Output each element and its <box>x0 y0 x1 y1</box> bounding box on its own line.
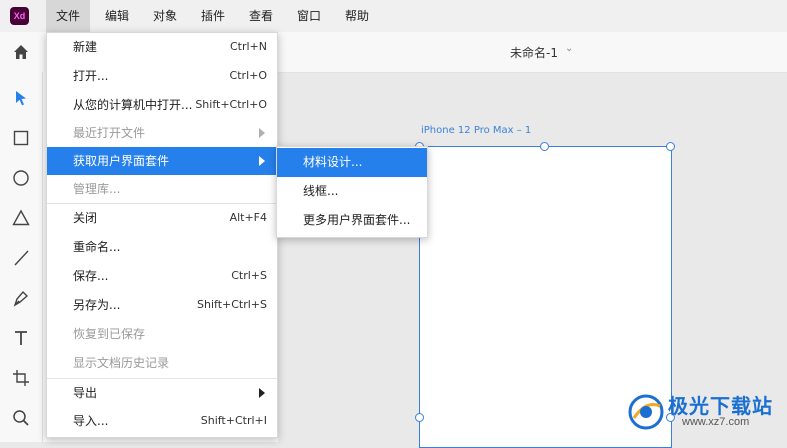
menu-item-rename[interactable]: 重命名... <box>47 233 277 261</box>
menu-item-label: 重命名... <box>73 240 121 254</box>
menu-item-open[interactable]: 打开... Ctrl+O <box>47 62 277 90</box>
menu-item-show-version-history[interactable]: 显示文档历史记录 <box>47 349 277 377</box>
menu-item-label: 获取用户界面套件 <box>73 154 170 168</box>
menu-item-label: 从您的计算机中打开... <box>73 98 193 112</box>
shortcut-label: Shift+Ctrl+O <box>195 98 267 111</box>
menu-item-label: 关闭 <box>73 211 98 225</box>
resize-handle[interactable] <box>540 142 549 151</box>
resize-handle[interactable] <box>415 413 424 422</box>
chevron-down-icon[interactable]: ⌄ <box>565 43 573 54</box>
chevron-right-icon <box>259 156 265 166</box>
menu-item-import[interactable]: 导入... Shift+Ctrl+I <box>47 407 277 435</box>
watermark-title: 极光下载站 <box>668 396 773 418</box>
menu-item-label: 导入... <box>73 414 109 428</box>
artboard-label[interactable]: iPhone 12 Pro Max – 1 <box>421 125 531 136</box>
menu-help[interactable]: 帮助 <box>335 0 379 32</box>
menu-item-label: 恢复到已保存 <box>73 327 146 341</box>
menu-window[interactable]: 窗口 <box>287 0 331 32</box>
submenu-item-more-ui-kits[interactable]: 更多用户界面套件... <box>277 206 427 235</box>
menu-item-label: 导出 <box>73 386 98 400</box>
xd-app-icon[interactable]: Xd <box>10 7 29 25</box>
zoom-tool-icon[interactable] <box>11 408 31 428</box>
menu-item-manage-libraries[interactable]: 管理库... <box>47 175 277 203</box>
menu-item-label: 另存为... <box>73 298 121 312</box>
menu-bar: Xd 文件 编辑 对象 插件 查看 窗口 帮助 <box>0 0 787 32</box>
menu-item-label: 管理库... <box>73 182 121 196</box>
file-menu-dropdown: 新建 Ctrl+N 打开... Ctrl+O 从您的计算机中打开... Shif… <box>46 32 278 438</box>
menu-item-save-as[interactable]: 另存为... Shift+Ctrl+S <box>47 291 277 319</box>
submenu-item-wireframes[interactable]: 线框... <box>277 177 427 206</box>
menu-item-label: 打开... <box>73 69 109 83</box>
shortcut-label: Shift+Ctrl+I <box>200 414 267 427</box>
select-tool-icon[interactable] <box>11 88 31 108</box>
pen-tool-icon[interactable] <box>11 288 31 308</box>
shortcut-label: Ctrl+O <box>229 69 267 82</box>
shortcut-label: Ctrl+N <box>229 40 267 53</box>
menu-item-label: 线框... <box>303 184 339 198</box>
menu-item-save[interactable]: 保存... Ctrl+S <box>47 262 277 290</box>
artboard-tool-icon[interactable] <box>11 368 31 388</box>
watermark-logo-icon <box>628 394 664 430</box>
menu-item-label: 新建 <box>73 40 98 54</box>
menu-item-export[interactable]: 导出 <box>47 379 277 407</box>
menu-item-close[interactable]: 关闭 Alt+F4 <box>47 204 277 232</box>
menu-item-label: 最近打开文件 <box>73 126 146 140</box>
shortcut-label: Shift+Ctrl+S <box>197 298 267 311</box>
menu-view[interactable]: 查看 <box>239 0 283 32</box>
watermark-url: www.xz7.com <box>682 416 750 428</box>
submenu-item-material-design[interactable]: 材料设计... <box>277 148 427 177</box>
menu-item-revert-to-saved[interactable]: 恢复到已保存 <box>47 320 277 348</box>
chevron-right-icon <box>259 388 265 398</box>
ui-kits-submenu: 材料设计... 线框... 更多用户界面套件... <box>276 146 428 238</box>
menu-item-recent-files[interactable]: 最近打开文件 <box>47 119 277 147</box>
polygon-tool-icon[interactable] <box>11 208 31 228</box>
menu-file[interactable]: 文件 <box>46 0 91 32</box>
menu-item-label: 材料设计... <box>303 155 363 169</box>
menu-item-label: 保存... <box>73 269 109 283</box>
menu-item-new[interactable]: 新建 Ctrl+N <box>47 33 277 61</box>
home-icon[interactable] <box>11 42 31 62</box>
chevron-right-icon <box>259 128 265 138</box>
watermark: 极光下载站 www.xz7.com <box>626 388 784 438</box>
resize-handle[interactable] <box>666 142 675 151</box>
menu-item-label: 更多用户界面套件... <box>303 213 411 227</box>
menu-plugins[interactable]: 插件 <box>191 0 235 32</box>
menu-item-get-ui-kits[interactable]: 获取用户界面套件 <box>47 147 277 175</box>
menu-item-open-from-computer[interactable]: 从您的计算机中打开... Shift+Ctrl+O <box>47 91 277 119</box>
menu-edit[interactable]: 编辑 <box>95 0 139 32</box>
text-tool-icon[interactable] <box>11 328 31 348</box>
line-tool-icon[interactable] <box>11 248 31 268</box>
document-title[interactable]: 未命名-1 <box>510 44 558 61</box>
menu-object[interactable]: 对象 <box>143 0 187 32</box>
rectangle-tool-icon[interactable] <box>11 128 31 148</box>
ellipse-tool-icon[interactable] <box>11 168 31 188</box>
menu-item-label: 显示文档历史记录 <box>73 356 170 370</box>
shortcut-label: Ctrl+S <box>231 269 267 282</box>
shortcut-label: Alt+F4 <box>229 211 267 224</box>
